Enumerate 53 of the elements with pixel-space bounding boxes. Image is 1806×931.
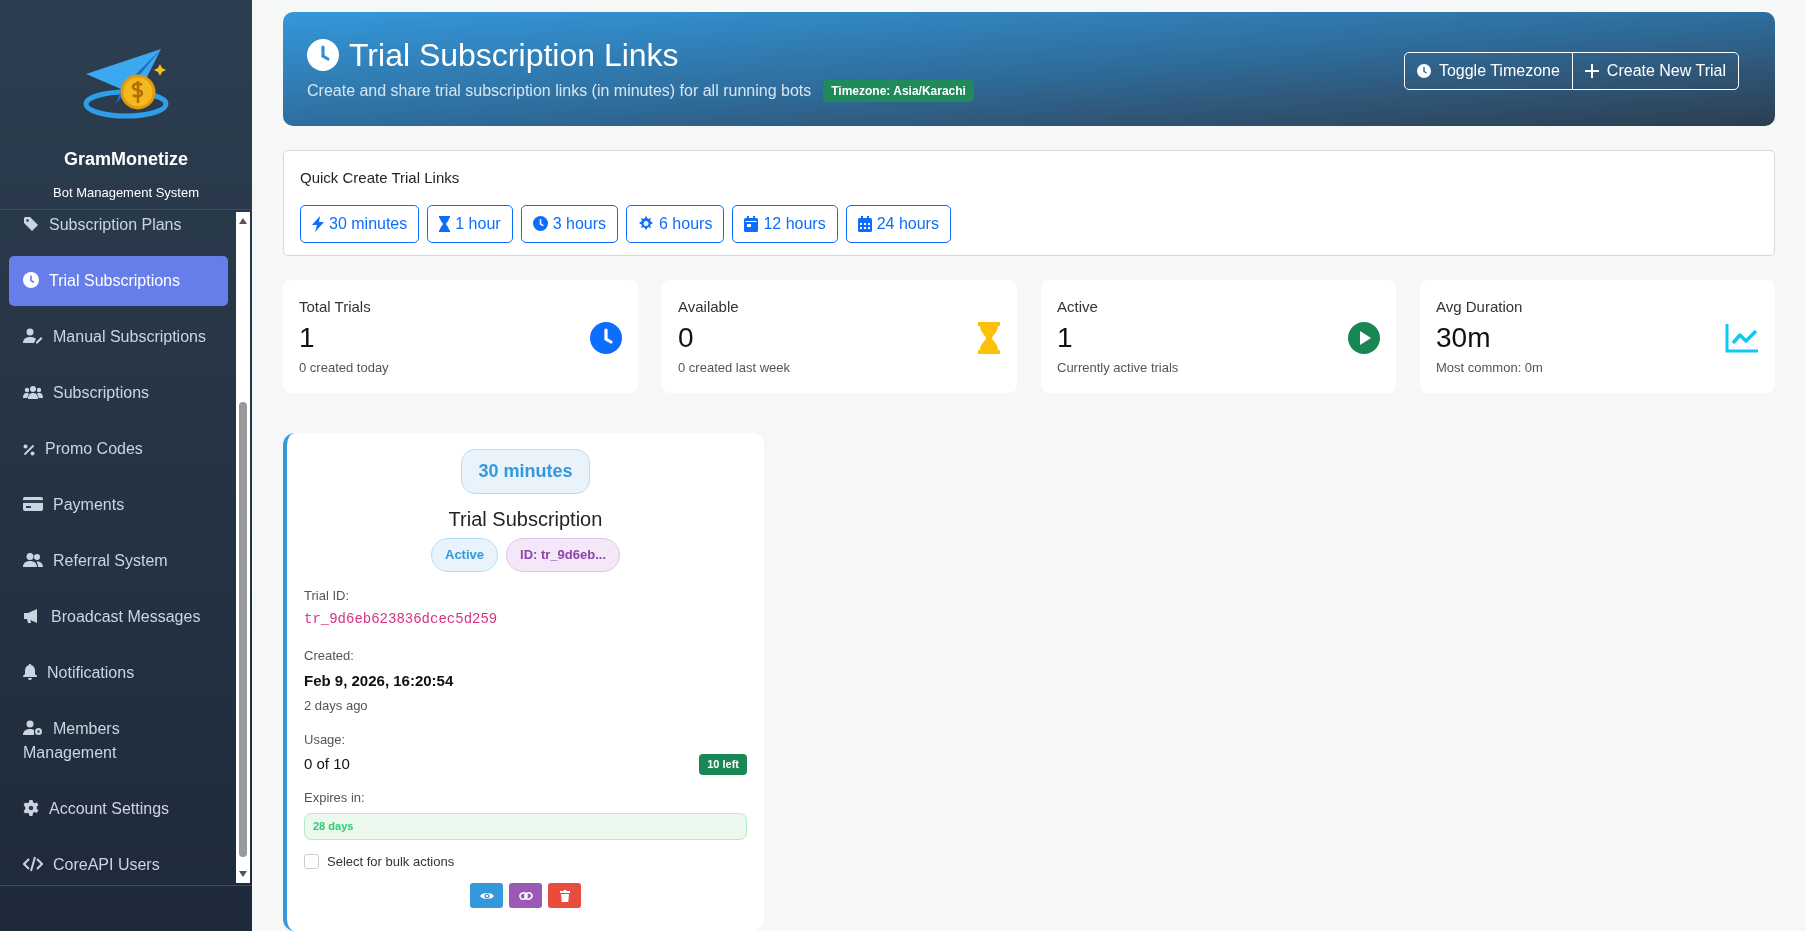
stat-label: Active (1057, 297, 1099, 317)
field-label: Created: (304, 647, 355, 665)
sidebar-item[interactable]: Payments (9, 480, 228, 530)
stat-note: 0 created last week (678, 358, 790, 377)
stat-label: Available (678, 297, 740, 317)
expiry-bar: 28 days (304, 813, 747, 840)
stat-value: 1 (299, 320, 316, 355)
field-label: Expires in: (304, 788, 366, 807)
quick-create-button[interactable]: 3 hours (520, 204, 618, 243)
quick-create-button[interactable]: 24 hours (845, 204, 951, 243)
stat-label: Total Trials (299, 297, 372, 317)
quick-create-button[interactable]: 12 hours (732, 204, 838, 243)
stat-label: Avg Duration (1436, 297, 1524, 317)
sidebar-item[interactable]: Subscriptions (9, 368, 228, 418)
stat-value: 30m (1436, 320, 1492, 355)
usage-value: 0 of 10 (304, 754, 350, 774)
stat-note: Most common: 0m (1436, 358, 1543, 377)
sidebar-item[interactable]: CoreAPI Users (9, 840, 228, 885)
timezone-badge: Timezone: Asia/Karachi (823, 80, 974, 102)
quick-create-button[interactable]: 1 hour (427, 204, 513, 243)
brand-subtitle: Bot Management System (53, 184, 199, 202)
field-label: Usage: (304, 730, 347, 749)
created-ago: 2 days ago (304, 697, 369, 715)
sidebar-item[interactable]: Account Settings (9, 784, 228, 834)
page-title: Trial Subscription Links (349, 36, 679, 75)
stat-note: Currently active trials (1057, 358, 1179, 377)
sidebar-item[interactable]: Members Management (9, 704, 228, 778)
duration-badge: 30 minutes (461, 449, 590, 494)
brand-name: GramMonetize (64, 148, 188, 171)
quick-create-button[interactable]: 6 hours (626, 204, 725, 243)
sidebar-item[interactable]: Referral System (9, 536, 228, 586)
sidebar-item[interactable]: Trial Subscriptions (9, 256, 228, 306)
stat-note: 0 created today (299, 358, 389, 377)
stat-value: 1 (1057, 320, 1074, 355)
sidebar-item[interactable]: Broadcast Messages (9, 592, 228, 642)
created-date: Feb 9, 2026, 16:20:54 (304, 670, 455, 691)
status-badge: Active (431, 538, 499, 572)
stat-value: 0 (678, 320, 695, 355)
trial-id: tr_9d6eb623836dcec5d259 (304, 610, 499, 629)
trial-title: Trial Subscription (448, 507, 603, 532)
sidebar-item[interactable]: Notifications (9, 648, 228, 698)
checkbox-label: Select for bulk actions (327, 852, 455, 871)
field-label: Trial ID: (304, 586, 351, 605)
header-button[interactable]: Create New Trial (1571, 53, 1738, 89)
remaining-badge: 10 left (699, 754, 747, 775)
quick-create-button[interactable]: 30 minutes (300, 204, 420, 243)
header-button[interactable]: Toggle Timezone (1404, 53, 1572, 89)
sidebar-item[interactable]: Promo Codes (9, 424, 228, 474)
card-title: Quick Create Trial Links (300, 168, 461, 188)
sidebar-item[interactable]: Manual Subscriptions (9, 312, 228, 362)
id-badge: ID: tr_9d6eb... (506, 538, 620, 572)
sidebar-item[interactable]: Subscription Plans (9, 210, 228, 250)
page-subtitle: Create and share trial subscription links (in minutes) for all running bots (307, 81, 812, 101)
